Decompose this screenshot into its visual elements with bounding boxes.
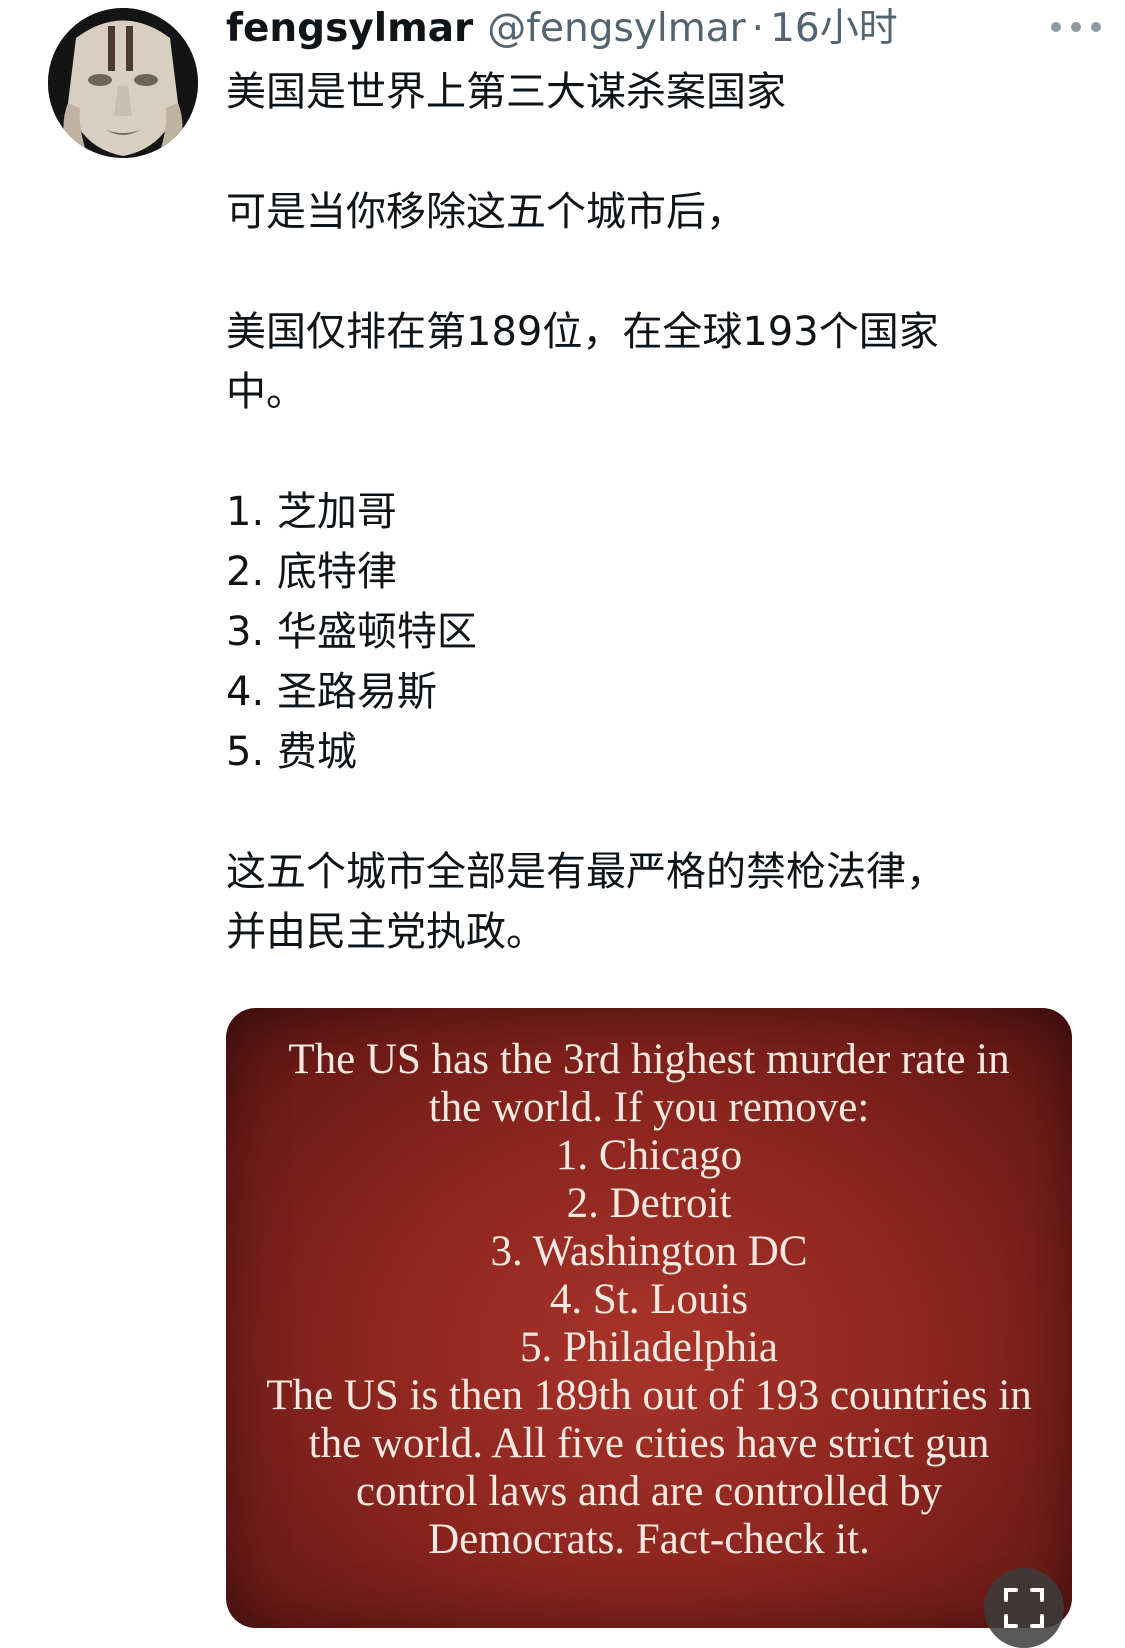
tweet-image[interactable]: The US has the 3rd highest murder rate i… bbox=[226, 1008, 1072, 1628]
image-text-line: 3. Washington DC bbox=[490, 1228, 808, 1275]
tweet-line: 美国是世界上第三大谋杀案国家 bbox=[226, 69, 786, 115]
carved-mask-avatar bbox=[48, 8, 198, 158]
expand-icon bbox=[1004, 1588, 1044, 1628]
avatar[interactable] bbox=[48, 8, 198, 158]
dot bbox=[1051, 22, 1061, 32]
tweet-line: 可是当你移除这五个城市后， bbox=[226, 189, 746, 235]
list-item: 3. 华盛顿特区 bbox=[226, 609, 477, 655]
tweet-text: 美国是世界上第三大谋杀案国家 可是当你移除这五个城市后， 美国仅排在第189位，… bbox=[226, 62, 1046, 962]
list-item: 1. 芝加哥 bbox=[226, 489, 397, 535]
display-name[interactable]: fengsylmar bbox=[226, 6, 473, 51]
more-dots-icon[interactable] bbox=[1051, 14, 1101, 40]
list-item: 4. 圣路易斯 bbox=[226, 669, 437, 715]
image-text-line: 2. Detroit bbox=[566, 1180, 732, 1227]
image-text-line: Democrats. Fact-check it. bbox=[428, 1516, 870, 1563]
image-text-line: control laws and are controlled by bbox=[355, 1468, 943, 1515]
expand-button[interactable] bbox=[984, 1568, 1064, 1648]
image-text-line: The US has the 3rd highest murder rate i… bbox=[288, 1036, 1010, 1083]
image-text-line: the world. If you remove: bbox=[428, 1084, 870, 1131]
tweet-line: 美国仅排在第189位，在全球193个国家 bbox=[226, 309, 939, 355]
image-text-line: 4. St. Louis bbox=[549, 1276, 749, 1323]
separator-dot: · bbox=[751, 6, 765, 51]
dot bbox=[1091, 22, 1101, 32]
timestamp[interactable]: 16小时 bbox=[770, 6, 898, 51]
tweet-line: 这五个城市全部是有最严格的禁枪法律， bbox=[226, 849, 946, 895]
image-text-line: 1. Chicago bbox=[555, 1132, 743, 1179]
image-text-line: The US is then 189th out of 193 countrie… bbox=[266, 1372, 1032, 1419]
tweet-header: fengsylmar @fengsylmar · 16小时 bbox=[226, 4, 1065, 54]
dot bbox=[1071, 22, 1081, 32]
image-caption: The US has the 3rd highest murder rate i… bbox=[226, 1036, 1072, 1564]
tweet-line: 中。 bbox=[226, 369, 306, 415]
image-text-line: the world. All five cities have strict g… bbox=[308, 1420, 990, 1467]
image-text-line: 5. Philadelphia bbox=[520, 1324, 778, 1371]
list-item: 2. 底特律 bbox=[226, 549, 397, 595]
user-handle[interactable]: @fengsylmar bbox=[487, 6, 745, 51]
tweet-line: 并由民主党执政。 bbox=[226, 909, 546, 955]
list-item: 5. 费城 bbox=[226, 729, 357, 775]
